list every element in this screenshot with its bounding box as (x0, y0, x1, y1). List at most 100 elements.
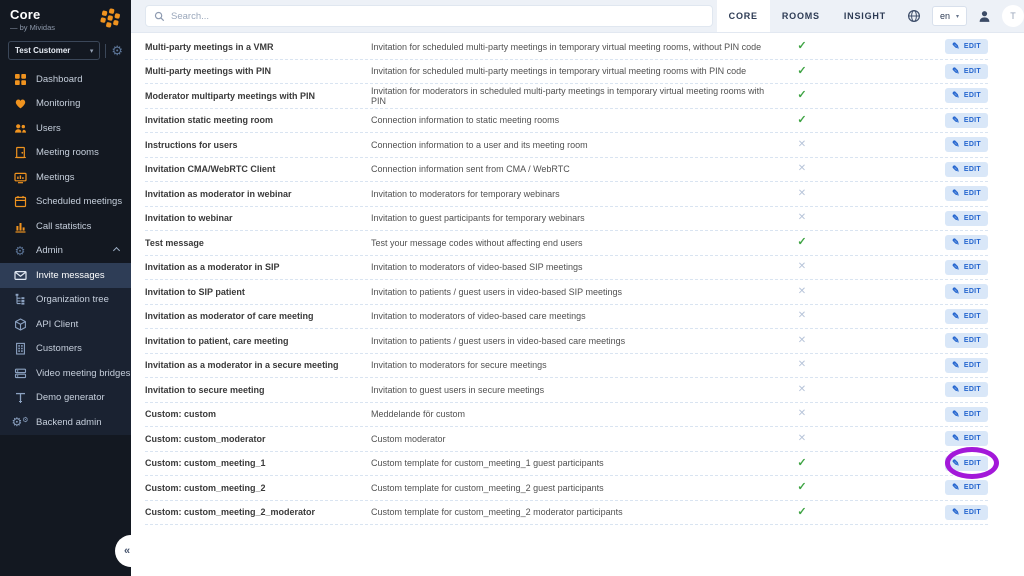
message-name: Invitation to patient, care meeting (145, 336, 371, 346)
sidebar-item-label: Call statistics (36, 221, 91, 232)
edit-button-15[interactable]: ✎ EDIT (945, 407, 988, 422)
edit-button-8[interactable]: ✎ EDIT (945, 235, 988, 250)
admin-item-label: Demo generator (36, 392, 105, 403)
pencil-icon: ✎ (952, 312, 960, 321)
tab-2[interactable]: INSIGHT (832, 0, 898, 32)
customer-selector[interactable]: Test Customer ▾ (8, 41, 100, 60)
sidebar-item-admin[interactable]: ⚙ Admin (0, 239, 131, 264)
edit-button-18[interactable]: ✎ EDIT (945, 480, 988, 495)
avatar[interactable]: T (1002, 5, 1024, 27)
table-row-4: Instructions for users Connection inform… (145, 133, 988, 158)
meeting-rooms-icon (13, 146, 27, 159)
admin-subsection: Invite messages Organization tree API Cl… (0, 263, 131, 435)
edit-button-label: EDIT (964, 435, 981, 442)
sidebar-item-label: Users (36, 123, 61, 134)
message-description: Invitation for moderators in scheduled m… (371, 86, 772, 106)
admin-item-label: Video meeting bridges (36, 368, 130, 379)
message-name: Instructions for users (145, 140, 371, 150)
edit-button-2[interactable]: ✎ EDIT (945, 88, 988, 103)
message-description: Connection information sent from CMA / W… (371, 164, 772, 174)
pencil-icon: ✎ (952, 336, 960, 345)
table-row-3: Invitation static meeting room Connectio… (145, 109, 988, 134)
message-name: Moderator multiparty meetings with PIN (145, 91, 371, 101)
cross-icon: ✕ (772, 164, 832, 174)
sidebar-item-4[interactable]: Meetings (0, 165, 131, 190)
sidebar-item-5[interactable]: Scheduled meetings (0, 190, 131, 215)
edit-button-19[interactable]: ✎ EDIT (945, 505, 988, 520)
check-icon: ✓ (772, 41, 832, 52)
sidebar-item-3[interactable]: Meeting rooms (0, 141, 131, 166)
pencil-icon: ✎ (952, 410, 960, 419)
cross-icon: ✕ (772, 213, 832, 223)
tab-0[interactable]: CORE (717, 0, 770, 32)
message-description: Invitation to moderators of video-based … (371, 311, 772, 321)
edit-button-16[interactable]: ✎ EDIT (945, 431, 988, 446)
message-description: Invitation for scheduled multi-party mee… (371, 42, 772, 52)
user-icon[interactable] (978, 10, 991, 23)
sidebar-item-2[interactable]: Users (0, 116, 131, 141)
collapse-icon: « (124, 545, 130, 557)
sidebar-item-1[interactable]: Monitoring (0, 92, 131, 117)
message-description: Custom template for custom_meeting_2 gue… (371, 483, 772, 493)
edit-button-13[interactable]: ✎ EDIT (945, 358, 988, 373)
admin-item-2[interactable]: API Client (0, 312, 131, 337)
demo-generator-icon (13, 391, 27, 404)
edit-button-4[interactable]: ✎ EDIT (945, 137, 988, 152)
invite-messages-table: Multi-party meetings in a VMR Invitation… (131, 33, 1024, 576)
message-name: Multi-party meetings in a VMR (145, 42, 371, 52)
admin-item-6[interactable]: ⚙⚙ Backend admin (0, 410, 131, 435)
admin-item-5[interactable]: Demo generator (0, 386, 131, 411)
admin-item-3[interactable]: Customers (0, 337, 131, 362)
tab-1[interactable]: ROOMS (770, 0, 832, 32)
edit-button-0[interactable]: ✎ EDIT (945, 39, 988, 54)
search-input[interactable] (171, 11, 704, 22)
edit-button-label: EDIT (964, 43, 981, 50)
edit-button-11[interactable]: ✎ EDIT (945, 309, 988, 324)
cross-icon: ✕ (772, 287, 832, 297)
admin-item-1[interactable]: Organization tree (0, 288, 131, 313)
edit-button-10[interactable]: ✎ EDIT (945, 284, 988, 299)
pencil-icon: ✎ (952, 508, 960, 517)
edit-button-5[interactable]: ✎ EDIT (945, 162, 988, 177)
table-row-6: Invitation as moderator in webinar Invit… (145, 182, 988, 207)
cross-icon: ✕ (772, 262, 832, 272)
check-icon: ✓ (772, 66, 832, 77)
edit-button-6[interactable]: ✎ EDIT (945, 186, 988, 201)
message-name: Custom: custom_meeting_2_moderator (145, 507, 371, 517)
gear-icon[interactable]: ⚙ (111, 44, 123, 57)
edit-button-1[interactable]: ✎ EDIT (945, 64, 988, 79)
edit-button-7[interactable]: ✎ EDIT (945, 211, 988, 226)
edit-button-17[interactable]: ✎ EDIT (945, 456, 988, 471)
sidebar-nav: Dashboard Monitoring Users Meeting rooms… (0, 67, 131, 239)
check-icon: ✓ (772, 482, 832, 493)
sidebar-item-6[interactable]: Call statistics (0, 214, 131, 239)
customer-selector-value: Test Customer (15, 46, 70, 55)
message-name: Multi-party meetings with PIN (145, 66, 371, 76)
table-row-12: Invitation to patient, care meeting Invi… (145, 329, 988, 354)
invite-messages-icon (13, 269, 27, 282)
edit-cell: ✎ EDIT (942, 186, 988, 201)
table-row-19: Custom: custom_meeting_2_moderator Custo… (145, 501, 988, 526)
edit-button-label: EDIT (964, 68, 981, 75)
edit-cell: ✎ EDIT (942, 235, 988, 250)
check-icon: ✓ (772, 458, 832, 469)
edit-button-3[interactable]: ✎ EDIT (945, 113, 988, 128)
admin-item-4[interactable]: Video meeting bridges (0, 361, 131, 386)
monitoring-icon (13, 97, 27, 110)
edit-cell: ✎ EDIT (942, 64, 988, 79)
edit-button-14[interactable]: ✎ EDIT (945, 382, 988, 397)
pencil-icon: ✎ (952, 483, 960, 492)
chevron-up-icon (113, 247, 120, 254)
scheduled-meetings-icon (13, 195, 27, 208)
sidebar-collapse-button[interactable]: « (115, 535, 147, 567)
edit-button-9[interactable]: ✎ EDIT (945, 260, 988, 275)
message-name: Custom: custom_moderator (145, 434, 371, 444)
search-bar (145, 5, 713, 27)
language-select[interactable]: en ▾ (932, 6, 967, 26)
video-bridges-icon (13, 367, 27, 380)
sidebar-item-0[interactable]: Dashboard (0, 67, 131, 92)
edit-cell: ✎ EDIT (942, 333, 988, 348)
edit-button-12[interactable]: ✎ EDIT (945, 333, 988, 348)
edit-cell: ✎ EDIT (942, 284, 988, 299)
admin-item-0[interactable]: Invite messages (0, 263, 131, 288)
